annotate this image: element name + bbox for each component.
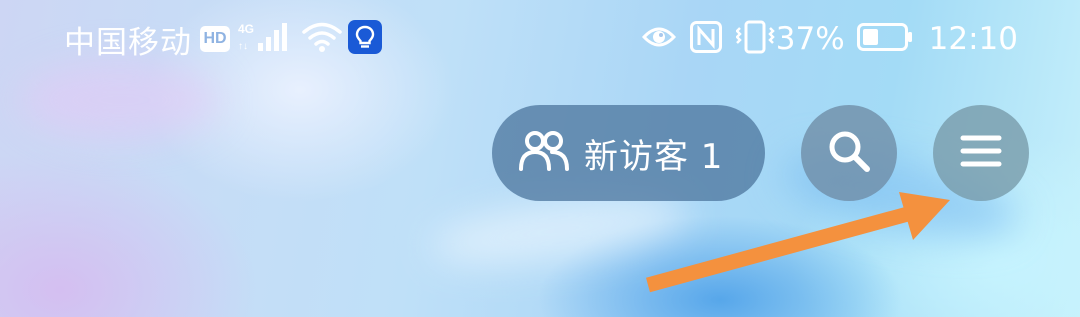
hd-icon: HD [200, 26, 230, 52]
hamburger-menu-icon [960, 134, 1002, 172]
search-icon [826, 128, 872, 178]
lightbulb-app-icon [348, 20, 382, 58]
carrier-name: 中国移动 [64, 24, 192, 61]
people-icon [518, 130, 570, 176]
new-visitors-label: 新访客 1 [584, 136, 724, 177]
status-bar-left: 中国移动 HD 4G ↑↓ [64, 18, 382, 61]
battery-icon [856, 23, 913, 55]
menu-button[interactable] [933, 105, 1029, 201]
network-type-label: 4G [238, 22, 254, 36]
svg-text:↑↓: ↑↓ [238, 41, 248, 52]
search-button[interactable] [801, 105, 897, 201]
status-bar-right: 37% 12:10 [641, 18, 1018, 60]
new-visitors-button[interactable]: 新访客 1 [492, 105, 765, 201]
clock: 12:10 [928, 21, 1018, 57]
wifi-icon [302, 21, 342, 57]
signal-4g-icon: 4G ↑↓ [238, 21, 292, 57]
eye-icon [641, 23, 676, 55]
battery-percent: 37% [775, 21, 845, 57]
nfc-icon [689, 21, 722, 57]
status-bar: 中国移动 HD 4G ↑↓ 37% 12:10 [0, 0, 1080, 78]
vibrate-icon [734, 20, 776, 58]
